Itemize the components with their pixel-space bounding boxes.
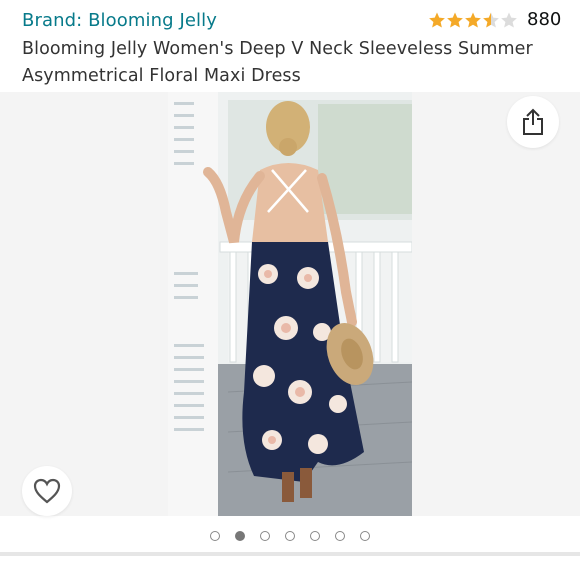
product-header: Brand: Blooming Jelly 880 Blooming Jelly… — [0, 0, 580, 92]
section-divider — [0, 552, 580, 556]
brand-link[interactable]: Brand: Blooming Jelly — [22, 10, 217, 31]
rating-count: 880 — [527, 9, 562, 30]
product-image-gallery[interactable] — [0, 92, 580, 516]
gallery-dot[interactable] — [260, 531, 270, 541]
dress-photo-illustration — [168, 92, 412, 516]
gallery-dot[interactable] — [335, 531, 345, 541]
product-title: Blooming Jelly Women's Deep V Neck Sleev… — [22, 39, 533, 86]
wishlist-button[interactable] — [22, 466, 72, 516]
star-icon — [465, 12, 481, 27]
product-photo[interactable] — [168, 92, 412, 516]
half-star-icon — [483, 12, 499, 27]
share-icon — [523, 108, 543, 135]
star-icon — [429, 12, 445, 27]
share-button[interactable] — [507, 96, 559, 148]
gallery-dot[interactable] — [285, 531, 295, 541]
gallery-pagination — [0, 524, 580, 548]
star-rating — [428, 11, 518, 29]
rating-summary[interactable]: 880 — [428, 9, 561, 30]
gallery-dot[interactable] — [210, 531, 220, 541]
gallery-dot[interactable] — [310, 531, 320, 541]
gallery-dot-active[interactable] — [235, 531, 245, 541]
gallery-dot[interactable] — [360, 531, 370, 541]
empty-star-icon — [501, 12, 517, 27]
star-icon — [447, 12, 463, 27]
heart-icon — [33, 478, 61, 504]
